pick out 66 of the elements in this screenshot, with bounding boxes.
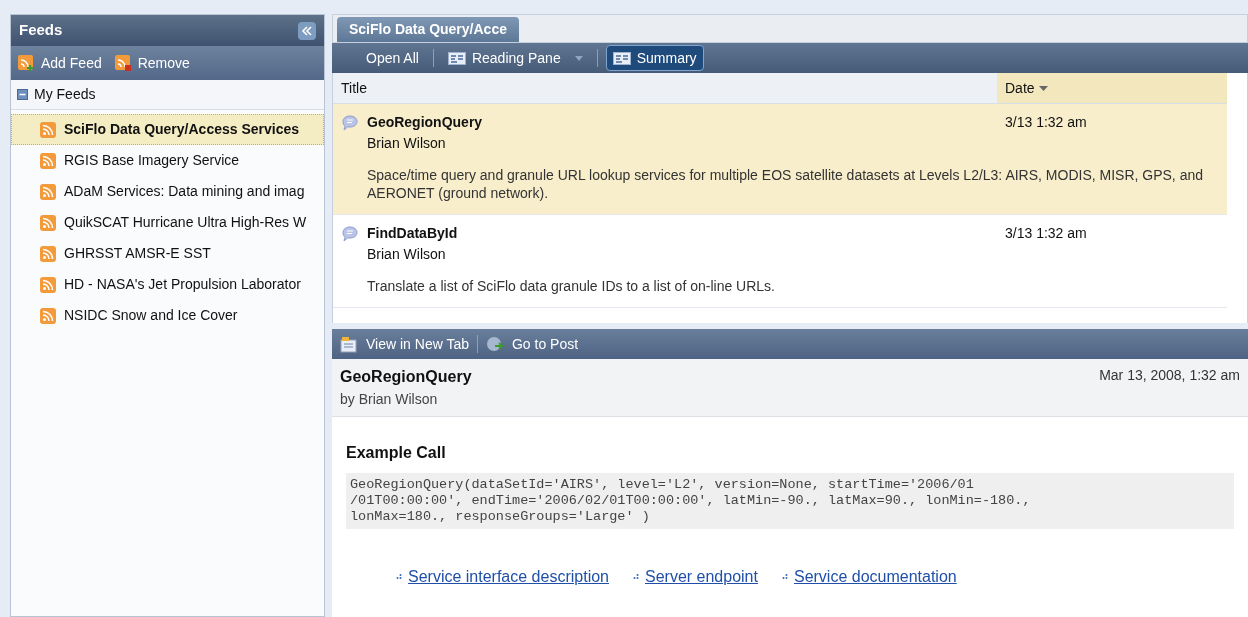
- entry-date: 3/13 1:32 am: [1004, 113, 1088, 132]
- rss-icon: [40, 121, 56, 138]
- feed-name: HD - NASA's Jet Propulsion Laborator: [64, 275, 301, 294]
- entry-author: Brian Wilson: [367, 245, 447, 264]
- column-header[interactable]: Date: [997, 73, 1227, 103]
- new-tab-icon: [340, 335, 358, 353]
- feed-name: SciFlo Data Query/Access Services: [64, 120, 300, 139]
- entry-title: FindDataById: [367, 224, 459, 243]
- add-feed-button[interactable]: Add Feed: [17, 52, 102, 74]
- feed-name: GHRSST AMSR-E SST: [64, 244, 211, 263]
- tree-group-header[interactable]: My Feeds: [11, 80, 324, 110]
- sort-caret-icon: [1038, 85, 1048, 91]
- feed-item[interactable]: RGIS Base Imagery Service: [11, 145, 324, 176]
- section-heading: Example Call: [346, 443, 447, 463]
- feed-item[interactable]: SciFlo Data Query/Access Services: [11, 114, 324, 145]
- feed-entry[interactable]: GeoRegionQuery Brian Wilson 3/13 1:32 am Space/time query and granule URL lookup services for multiple EOS satellite datasets at Levels L2/L3: AIRS, MODIS, MISR, GPS, and AERONET (ground network).: [333, 104, 1227, 215]
- feed-remove-icon: [113, 54, 132, 72]
- feed-item[interactable]: QuikSCAT Hurricane Ultra High-Res W: [11, 207, 324, 238]
- speech-bubble-icon: [341, 225, 359, 243]
- entry-date: 3/13 1:32 am: [1004, 224, 1088, 243]
- view-in-new-tab-button[interactable]: View in New Tab: [340, 333, 469, 355]
- link[interactable]: Service documentation: [793, 565, 957, 589]
- rss-icon: [40, 276, 56, 293]
- feed-name: QuikSCAT Hurricane Ultra High-Res W: [64, 213, 307, 232]
- feed-tab[interactable]: SciFlo Data Query/Acce: [337, 17, 519, 42]
- rss-icon: [40, 152, 56, 169]
- rss-icon: [40, 183, 56, 200]
- rss-icon: [40, 245, 56, 262]
- feed-name: ADaM Services: Data mining and imag: [64, 182, 305, 201]
- feed-name: RGIS Base Imagery Service: [64, 151, 240, 170]
- column-header[interactable]: Title: [333, 73, 997, 103]
- summary-button[interactable]: Summary: [605, 45, 704, 71]
- layout-icon: [612, 51, 631, 65]
- group-label: My Feeds: [34, 85, 96, 104]
- minus-box-icon[interactable]: [17, 89, 28, 100]
- caret-icon: [574, 55, 583, 61]
- entry-summary: Translate a list of SciFlo data granule IDs to a list of on-line URLs.: [367, 277, 776, 295]
- entry-author: Brian Wilson: [367, 134, 447, 153]
- post-title: GeoRegionQuery: [340, 367, 472, 387]
- code-block: GeoRegionQuery(dataSetId='AIRS', level='L2', version=None, startTime='2006/01 /01T00:00:00', endTime='2006/02/01T00:00:00', latMin=-90., latMax=90., lonMin=-180., lonMax=180., responseGroups='Large' ): [346, 473, 1234, 529]
- feed-add-icon: [17, 54, 35, 72]
- entry-summary: Space/time query and granule URL lookup services for multiple EOS satellite datasets at Levels L2/L3: AIRS, MODIS, MISR, GPS, and AERONET (ground network).: [367, 166, 1204, 202]
- entry-title: GeoRegionQuery: [367, 113, 484, 132]
- reading-pane-button[interactable]: Reading Pane: [441, 45, 589, 71]
- rss-icon: [40, 214, 56, 231]
- go-to-post-button[interactable]: Go to Post: [486, 333, 579, 355]
- collapse-button[interactable]: [298, 21, 316, 40]
- feed-item[interactable]: HD - NASA's Jet Propulsion Laborator: [11, 269, 324, 300]
- dots-icon: [396, 574, 402, 580]
- feed-item[interactable]: NSIDC Snow and Ice Cover: [11, 300, 324, 331]
- layout-icon: [447, 51, 466, 65]
- rss-icon: [40, 307, 56, 324]
- panel-title: Feeds: [19, 20, 63, 41]
- feed-item[interactable]: ADaM Services: Data mining and imag: [11, 176, 324, 207]
- double-chevron-icon: [301, 25, 313, 36]
- dots-icon: [633, 574, 639, 580]
- open-all-button[interactable]: Open All: [360, 45, 425, 71]
- speech-bubble-icon: [341, 114, 359, 132]
- remove-button[interactable]: Remove: [113, 52, 190, 74]
- dots-icon: [781, 574, 788, 580]
- post-byline: by Brian Wilson: [340, 390, 439, 409]
- feed-name: NSIDC Snow and Ice Cover: [64, 306, 238, 325]
- feed-item[interactable]: GHRSST AMSR-E SST: [11, 238, 324, 269]
- link[interactable]: Service interface description: [408, 565, 609, 589]
- post-date: Mar 13, 2008, 1:32 am: [1099, 366, 1240, 385]
- link[interactable]: Server endpoint: [645, 565, 758, 589]
